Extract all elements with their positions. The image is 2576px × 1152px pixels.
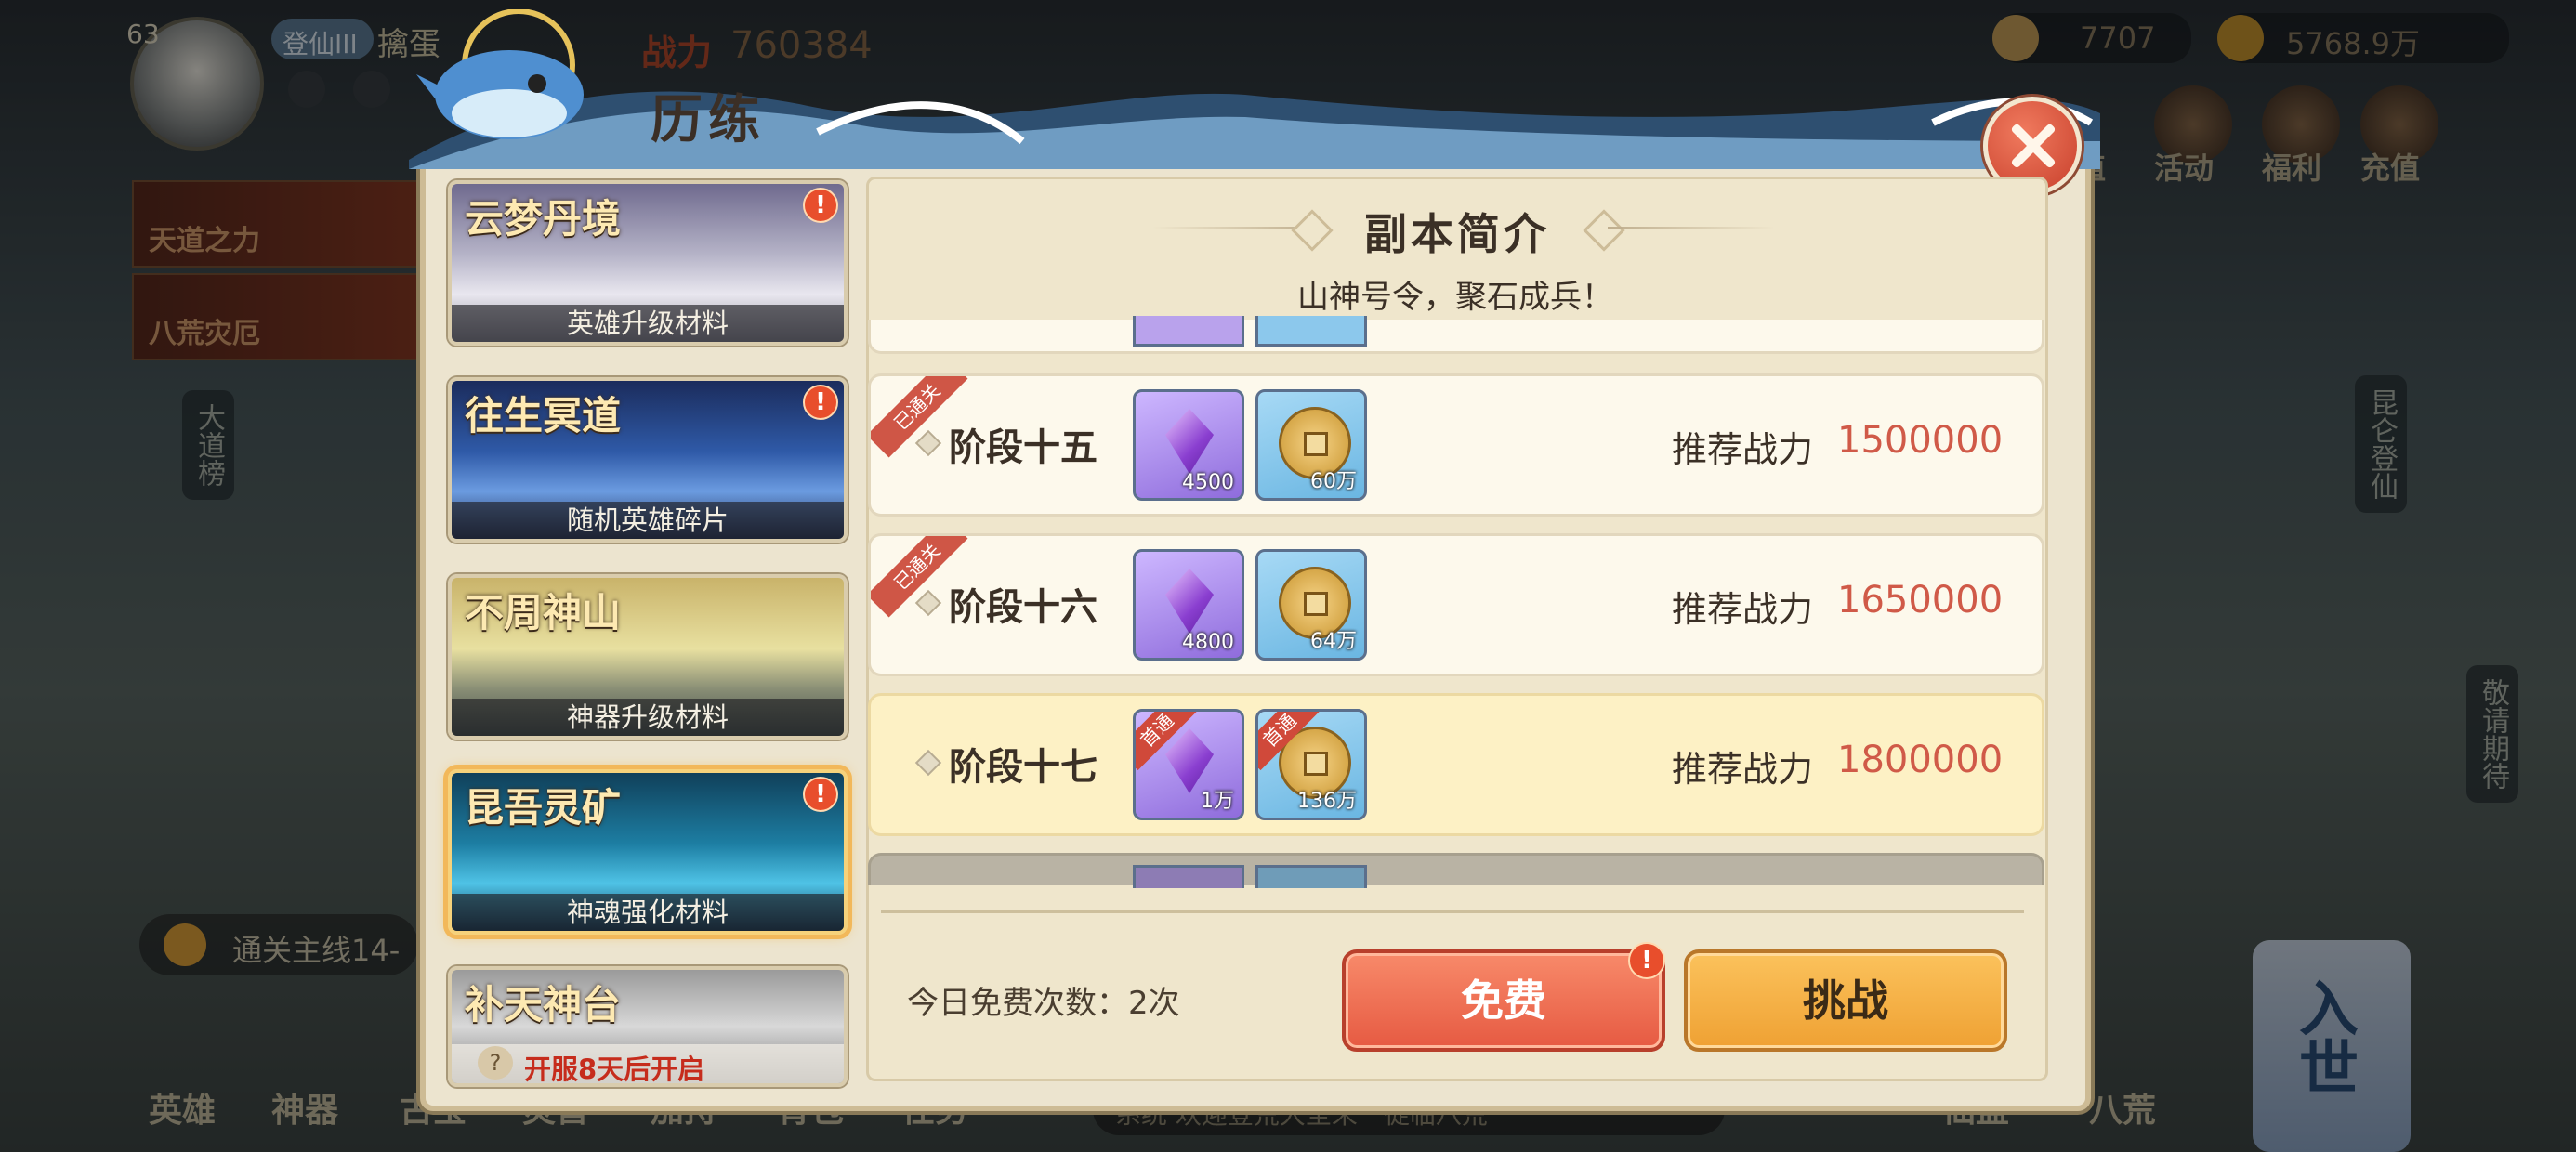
coin-reward[interactable]: 64万 <box>1255 549 1367 661</box>
coin-reward[interactable]: 首通 136万 <box>1255 709 1367 820</box>
reward-qty: 4800 <box>1182 631 1234 654</box>
recommended-power-value: 1800000 <box>1837 739 2004 781</box>
stage-bullet-icon <box>914 429 942 457</box>
challenge-button[interactable]: 挑战 <box>1684 949 2007 1052</box>
dungeon-name: 不周神山 <box>465 590 622 635</box>
title-deco-right <box>1608 227 1775 229</box>
reward-qty: 4500 <box>1182 471 1234 494</box>
dungeon-item-wangsheng[interactable]: 往生冥道 ! 随机英雄碎片 <box>448 377 848 543</box>
stage-name: 阶段十六 <box>949 586 1097 629</box>
stage-row-current[interactable]: 阶段十七 首通 1万 首通 136万 推荐战力 1800000 <box>868 693 2044 836</box>
dungeon-item-kunwu[interactable]: 昆吾灵矿 ! 神魂强化材料 <box>448 769 848 935</box>
divider <box>881 910 2024 913</box>
dungeon-item-buzhou[interactable]: 不周神山 神器升级材料 <box>448 574 848 740</box>
locked-banner: ? 开服8天后开启 <box>452 1044 844 1083</box>
lock-icon: ? <box>478 1046 513 1080</box>
crystal-reward[interactable]: 4800 <box>1133 549 1244 661</box>
crystal-icon <box>1165 409 1214 474</box>
stage-bullet-icon <box>914 589 942 617</box>
section-title: 副本简介 <box>1364 209 1550 259</box>
recommended-power-value: 1500000 <box>1837 419 2004 462</box>
whale-mascot-icon <box>416 9 584 139</box>
stage-name: 阶段十五 <box>949 426 1097 469</box>
dungeon-name: 补天神台 <box>465 982 622 1028</box>
alert-badge: ! <box>803 777 838 812</box>
reward-qty: 136万 <box>1297 790 1357 813</box>
dungeon-desc: 神器升级材料 <box>452 699 844 736</box>
dungeon-desc: 神魂强化材料 <box>452 894 844 931</box>
free-button-alert-badge: ! <box>1628 942 1665 979</box>
stage-row[interactable]: 已通关 阶段十六 4800 64万 推荐战力 1650000 <box>868 533 2044 676</box>
crystal-reward[interactable]: 4500 <box>1133 389 1244 501</box>
dungeon-name: 昆吾灵矿 <box>465 785 622 831</box>
stage-bullet-icon <box>914 749 942 777</box>
stage-name: 阶段十七 <box>949 746 1097 789</box>
dungeon-desc: 随机英雄碎片 <box>452 502 844 539</box>
free-attempts-text: 今日免费次数：2次 <box>907 985 1180 1022</box>
recommended-power-label: 推荐战力 <box>1672 429 1814 470</box>
recommended-power-label: 推荐战力 <box>1672 749 1814 790</box>
crystal-icon <box>1165 569 1214 634</box>
dungeon-item-yunmeng[interactable]: 云梦丹境 ! 英雄升级材料 <box>448 180 848 346</box>
dungeon-name: 往生冥道 <box>465 393 622 439</box>
stage-row[interactable]: 已通关 阶段十五 4500 60万 推荐战力 1500000 <box>868 373 2044 517</box>
recommended-power-label: 推荐战力 <box>1672 589 1814 630</box>
free-button[interactable]: 免费 <box>1342 949 1665 1052</box>
reward-qty: 60万 <box>1310 470 1357 493</box>
stage-row-partial-top <box>868 316 2044 354</box>
coin-reward[interactable]: 60万 <box>1255 389 1367 501</box>
reward-qty: 64万 <box>1310 630 1357 653</box>
dungeon-desc: 英雄升级材料 <box>452 305 844 342</box>
recommended-power-value: 1650000 <box>1837 579 2004 622</box>
alert-badge: ! <box>803 188 838 223</box>
dungeon-name: 云梦丹境 <box>465 196 622 242</box>
dialog-title: 历练 <box>651 89 766 151</box>
reward-qty: 1万 <box>1201 790 1234 813</box>
crystal-reward[interactable]: 首通 1万 <box>1133 709 1244 820</box>
alert-badge: ! <box>803 385 838 420</box>
stage-row-partial-bottom <box>868 853 2044 888</box>
dungeon-item-butian[interactable]: 补天神台 ? 开服8天后开启 <box>448 966 848 1087</box>
unlock-text: 开服8天后开启 <box>524 1054 705 1085</box>
dungeon-subtitle: 山神号令，聚石成兵！ <box>1297 279 1613 316</box>
